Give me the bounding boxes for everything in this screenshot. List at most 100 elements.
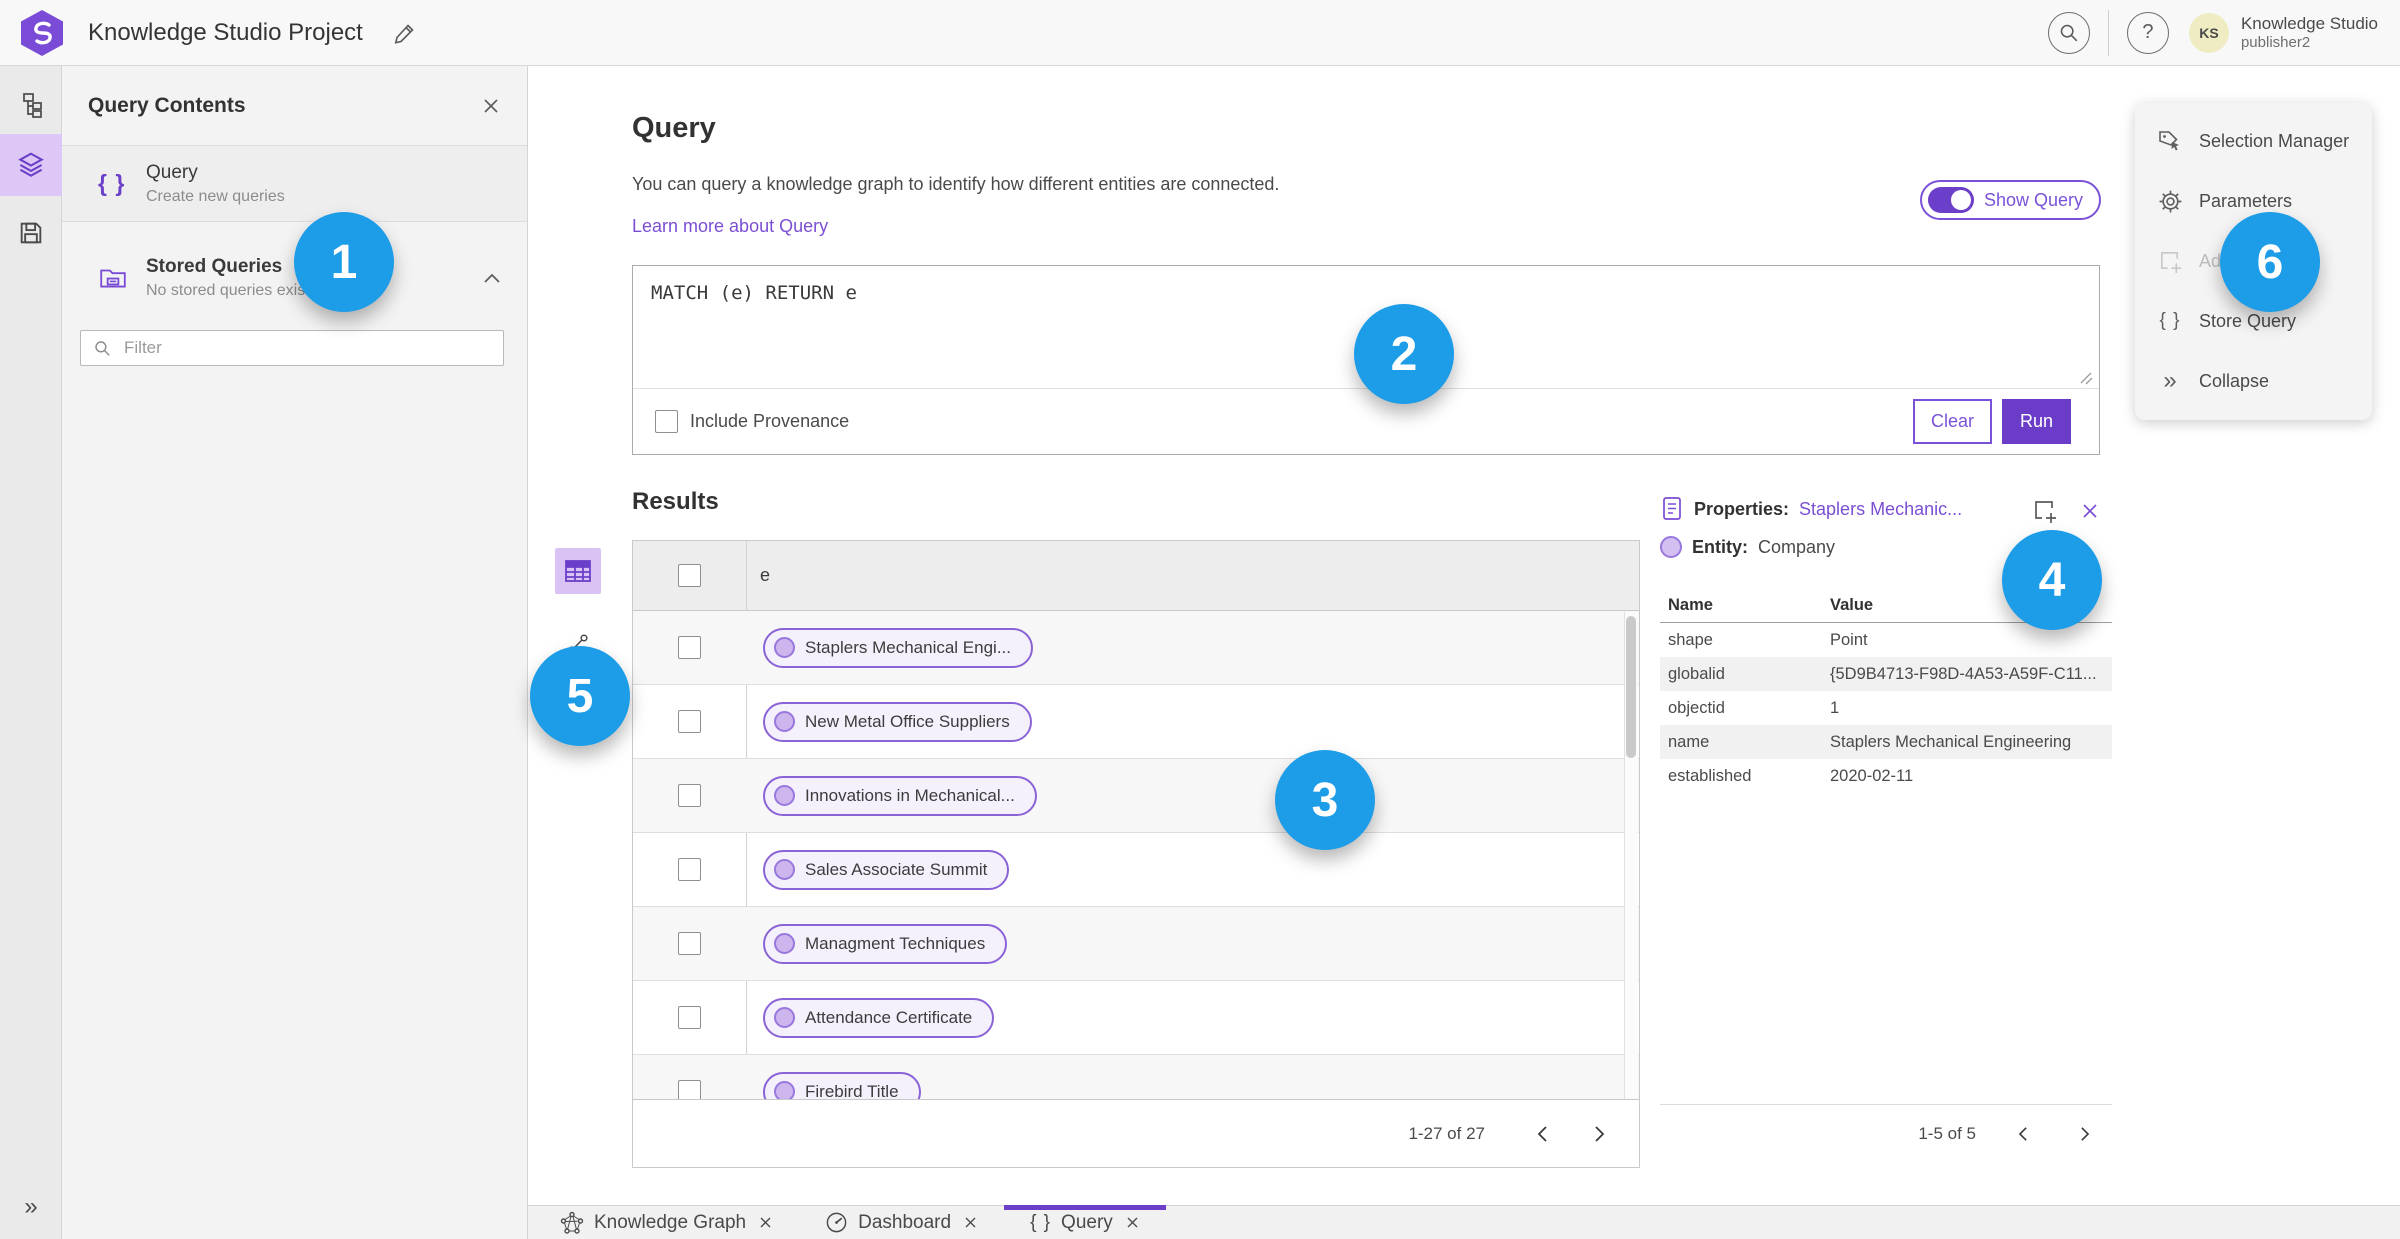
- entity-pill-label: Managment Techniques: [805, 933, 986, 953]
- chevron-right-icon: [1595, 1125, 1605, 1142]
- hierarchy-rail-button[interactable]: [0, 74, 62, 136]
- table-icon: [565, 560, 591, 582]
- row-checkbox[interactable]: [678, 784, 701, 807]
- tab-dashboard[interactable]: Dashboard: [799, 1206, 1004, 1239]
- braces-icon: { }: [2159, 310, 2181, 331]
- chevron-up-icon[interactable]: [483, 272, 501, 284]
- query-item-text: Query Create new queries: [146, 162, 285, 206]
- entity-pill[interactable]: Firebird Title: [763, 1071, 921, 1101]
- annotation-badge-6: 6: [2220, 212, 2320, 312]
- hierarchy-icon: [23, 93, 42, 118]
- tab-label: Dashboard: [858, 1211, 952, 1233]
- left-icon-rail: »: [0, 66, 62, 1239]
- include-provenance-label: Include Provenance: [690, 411, 850, 431]
- table-row[interactable]: Innovations in Mechanical...: [633, 759, 1639, 833]
- filter-field: [80, 330, 504, 366]
- show-query-toggle[interactable]: Show Query: [1920, 180, 2102, 220]
- add-to-selection-icon[interactable]: [2032, 498, 2058, 524]
- chevron-left-icon: [1537, 1125, 1547, 1142]
- dashboard-gauge-icon: [826, 1212, 847, 1233]
- entity-pill[interactable]: Sales Associate Summit: [763, 849, 1010, 890]
- properties-doc-icon: [1663, 497, 1681, 520]
- annotation-badge-3: 3: [1275, 750, 1375, 850]
- filter-search-icon: [95, 340, 110, 356]
- tab-close-icon[interactable]: [1125, 1215, 1140, 1230]
- clear-button[interactable]: Clear: [1912, 399, 1992, 444]
- property-row[interactable]: established 2020-02-11: [1660, 759, 2112, 793]
- help-button[interactable]: ?: [2126, 11, 2169, 54]
- row-checkbox[interactable]: [678, 636, 701, 659]
- row-checkbox[interactable]: [678, 710, 701, 733]
- property-row[interactable]: name Staplers Mechanical Engineering: [1660, 725, 2112, 759]
- toggle-knob: [1951, 190, 1971, 210]
- knowledge-studio-app: Knowledge Studio Project ? KS Knowledge …: [0, 0, 2400, 1239]
- properties-pagination: 1-5 of 5: [1660, 1104, 2112, 1162]
- menu-item-collapse[interactable]: » Collapse: [2135, 351, 2372, 411]
- entity-dot-icon: [774, 637, 795, 658]
- run-button[interactable]: Run: [2001, 399, 2071, 444]
- search-button[interactable]: [2047, 11, 2090, 54]
- braces-icon: { }: [1030, 1211, 1052, 1233]
- filter-input[interactable]: [122, 337, 456, 359]
- learn-more-link[interactable]: Learn more about Query: [632, 216, 828, 237]
- entity-pill[interactable]: New Metal Office Suppliers: [763, 701, 1032, 742]
- tab-knowledge-graph[interactable]: Knowledge Graph: [534, 1206, 799, 1239]
- include-provenance-checkbox[interactable]: [655, 410, 678, 433]
- query-code-editor[interactable]: MATCH (e) RETURN e: [651, 282, 857, 304]
- tab-close-icon[interactable]: [758, 1215, 773, 1230]
- tab-close-icon[interactable]: [963, 1215, 978, 1230]
- tab-query-active[interactable]: { } Query: [1004, 1205, 1166, 1239]
- table-row[interactable]: Staplers Mechanical Engi...: [633, 611, 1639, 685]
- table-row[interactable]: Attendance Certificate: [633, 981, 1639, 1055]
- table-row[interactable]: New Metal Office Suppliers: [633, 685, 1639, 759]
- properties-close-icon[interactable]: [2080, 501, 2100, 521]
- query-list-item[interactable]: { } Query Create new queries: [62, 146, 527, 222]
- menu-item-label: Collapse: [2199, 370, 2270, 391]
- property-row[interactable]: globalid {5D9B4713-F98D-4A53-A59F-C11...: [1660, 657, 2112, 691]
- avatar[interactable]: KS: [2188, 12, 2229, 53]
- results-prev-page-button[interactable]: [1529, 1119, 1557, 1149]
- entity-pill[interactable]: Attendance Certificate: [763, 997, 995, 1038]
- panel-close-icon[interactable]: [481, 96, 501, 116]
- tab-label: Query: [1061, 1211, 1113, 1233]
- stored-queries-folder-icon: [98, 263, 138, 293]
- property-name: globalid: [1668, 664, 1725, 683]
- menu-item-selection-manager[interactable]: Selection Manager: [2135, 111, 2372, 171]
- entity-pill-label: Innovations in Mechanical...: [805, 785, 1015, 805]
- property-name: shape: [1668, 630, 1713, 649]
- scrollbar-thumb[interactable]: [1626, 616, 1636, 758]
- expand-rail-button[interactable]: »: [0, 1193, 62, 1221]
- table-row[interactable]: Managment Techniques: [633, 907, 1639, 981]
- save-rail-button[interactable]: [0, 202, 62, 264]
- entity-pill[interactable]: Managment Techniques: [763, 923, 1008, 964]
- table-row[interactable]: Sales Associate Summit: [633, 833, 1639, 907]
- entity-pill-label: Sales Associate Summit: [805, 859, 988, 879]
- query-contents-panel: Query Contents { } Query Create new quer…: [62, 66, 528, 1239]
- table-row[interactable]: Firebird Title: [633, 1055, 1639, 1101]
- row-checkbox[interactable]: [678, 1080, 701, 1101]
- properties-entity-link[interactable]: Staplers Mechanic...: [1799, 499, 1962, 520]
- stored-queries-subtitle: No stored queries exist: [146, 282, 310, 299]
- entity-dot-icon: [774, 785, 795, 806]
- property-value: {5D9B4713-F98D-4A53-A59F-C11...: [1830, 664, 2097, 683]
- entity-dot-icon: [774, 933, 795, 954]
- query-section-title: Query: [632, 112, 716, 144]
- tab-label: Knowledge Graph: [594, 1211, 747, 1233]
- edit-title-icon[interactable]: [393, 21, 417, 45]
- results-next-page-button[interactable]: [1585, 1119, 1613, 1149]
- table-view-toggle[interactable]: [555, 548, 601, 594]
- resize-handle[interactable]: [2078, 370, 2093, 385]
- property-row[interactable]: objectid 1: [1660, 691, 2112, 725]
- entity-pill[interactable]: Staplers Mechanical Engi...: [763, 627, 1033, 668]
- row-checkbox[interactable]: [678, 1006, 701, 1029]
- entity-pill[interactable]: Innovations in Mechanical...: [763, 775, 1037, 816]
- select-all-checkbox[interactable]: [678, 564, 701, 587]
- results-title: Results: [632, 488, 719, 515]
- results-scrollbar[interactable]: [1624, 612, 1638, 1100]
- properties-next-page-button[interactable]: [2071, 1120, 2098, 1148]
- row-checkbox[interactable]: [678, 858, 701, 881]
- properties-prev-page-button[interactable]: [2010, 1120, 2037, 1148]
- row-checkbox[interactable]: [678, 932, 701, 955]
- entity-dot-icon: [774, 1081, 795, 1101]
- layers-rail-button-selected[interactable]: [0, 134, 62, 196]
